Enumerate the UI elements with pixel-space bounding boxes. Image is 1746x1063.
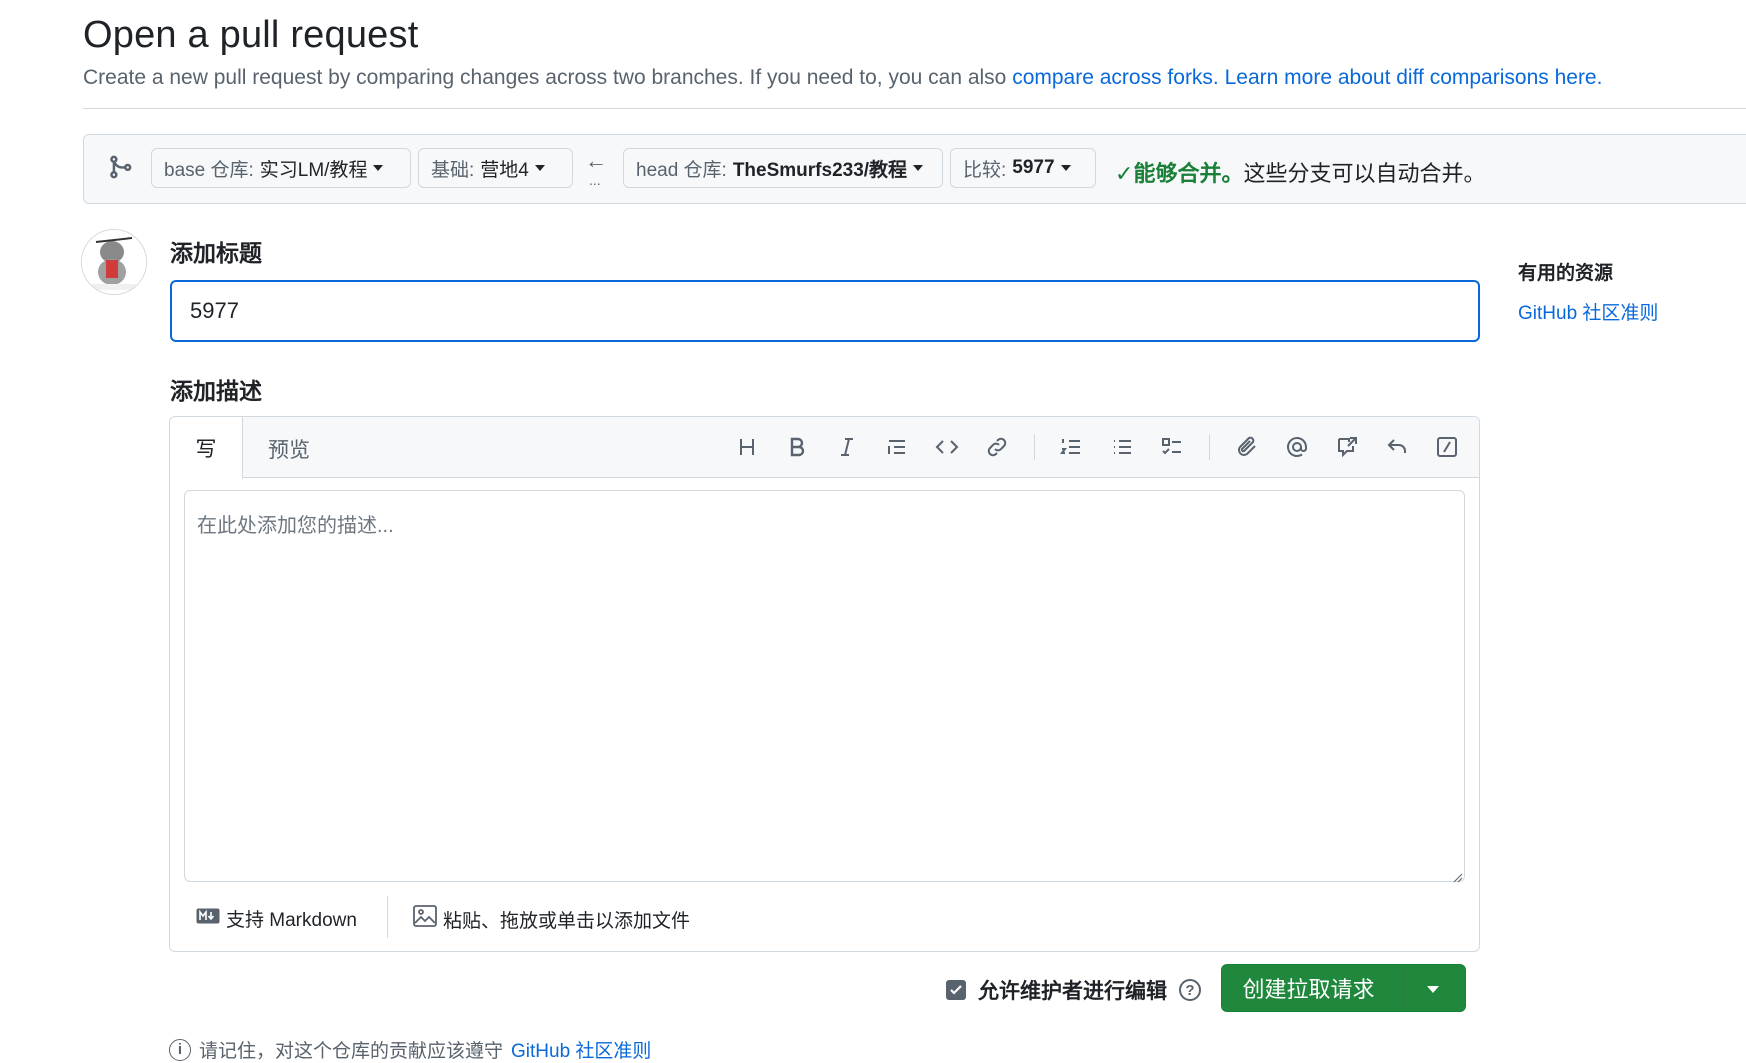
compare-branch-select[interactable]: 比较: 5977 [950, 148, 1096, 188]
page-subtitle: Create a new pull request by comparing c… [83, 66, 1602, 90]
button-divider [1404, 968, 1405, 1008]
code-icon[interactable] [932, 432, 962, 462]
checkbox-checked-icon[interactable] [946, 980, 966, 1000]
quote-icon[interactable] [882, 432, 912, 462]
heading-icon[interactable] [732, 432, 762, 462]
markdown-icon [196, 908, 220, 930]
merge-ok-text: 能够合并。 [1133, 161, 1244, 186]
note-text: 请记住，对这个仓库的贡献应该遵守 [199, 1041, 504, 1062]
info-icon: i [169, 1038, 191, 1061]
base-repo-value: 实习LM/教程 [259, 159, 368, 181]
head-repo-select[interactable]: head 仓库: TheSmurfs233/教程 [623, 148, 943, 188]
subtitle-text: Create a new pull request by comparing c… [83, 66, 1013, 89]
task-list-icon[interactable] [1157, 432, 1187, 462]
toolbar-divider [1209, 434, 1210, 460]
title-input[interactable]: 5977 [170, 280, 1480, 342]
compare-forks-link[interactable]: compare across forks. [1012, 66, 1219, 89]
attach-files-button[interactable]: 粘贴、拖放或单击以添加文件 [413, 905, 690, 933]
page-title: Open a pull request [83, 14, 419, 56]
markdown-label: 支持 Markdown [226, 910, 357, 931]
cross-reference-icon[interactable] [1332, 432, 1362, 462]
image-icon [413, 905, 437, 933]
help-icon[interactable]: ? [1179, 979, 1201, 1001]
base-repo-label: base 仓库: [164, 159, 254, 181]
link-icon[interactable] [982, 432, 1012, 462]
create-pull-request-label[interactable]: 创建拉取请求 [1221, 964, 1396, 1012]
base-branch-value: 营地4 [480, 159, 529, 181]
head-repo-label: head 仓库: [636, 159, 727, 181]
allow-maintainer-edits[interactable]: 允许维护者进行编辑 ? [946, 975, 1201, 1005]
ellipsis: ... [589, 172, 601, 188]
slash-command-icon[interactable] [1432, 432, 1462, 462]
attach-files-label: 粘贴、拖放或单击以添加文件 [443, 910, 691, 932]
compare-arrows-icon [107, 154, 133, 180]
markdown-support[interactable]: 支持 Markdown [196, 905, 357, 932]
divider [83, 108, 1746, 109]
base-branch-select[interactable]: 基础: 营地4 [418, 148, 573, 188]
merge-status-text: 这些分支可以自动合并。 [1243, 161, 1486, 186]
mention-icon[interactable] [1282, 432, 1312, 462]
head-repo-value: TheSmurfs233/教程 [732, 159, 908, 181]
merge-status: ✓能够合并。这些分支可以自动合并。 [1115, 156, 1485, 188]
base-repo-select[interactable]: base 仓库: 实习LM/教程 [151, 148, 411, 188]
community-guidelines-link[interactable]: GitHub 社区准则 [511, 1036, 651, 1063]
chevron-down-icon [1060, 165, 1071, 171]
compare-branch-label: 比较: [963, 159, 1007, 181]
description-textarea[interactable]: 在此处添加您的描述... [184, 490, 1465, 882]
resources-title: 有用的资源 [1518, 263, 1614, 284]
attach-icon[interactable] [1232, 432, 1262, 462]
title-label: 添加标题 [170, 240, 262, 266]
tab-write[interactable]: 写 [170, 417, 243, 479]
unordered-list-icon[interactable] [1107, 432, 1137, 462]
bold-icon[interactable] [782, 432, 812, 462]
footer-divider [387, 896, 388, 938]
base-branch-label: 基础: [431, 159, 475, 181]
create-options-chevron-down-icon[interactable] [1427, 986, 1439, 993]
description-label: 添加描述 [170, 378, 262, 404]
chevron-down-icon [913, 165, 924, 171]
sidebar-community-guidelines-link[interactable]: GitHub 社区准则 [1518, 298, 1658, 325]
arrow-left-icon: ← [585, 148, 607, 173]
avatar[interactable] [81, 229, 147, 295]
compare-branch-value: 5977 [1012, 157, 1055, 178]
tab-preview[interactable]: 预览 [268, 434, 310, 464]
chevron-down-icon [534, 165, 545, 171]
contribution-note: i 请记住，对这个仓库的贡献应该遵守 GitHub 社区准则 [169, 1036, 651, 1063]
toolbar-divider [1034, 434, 1035, 460]
allow-edit-label: 允许维护者进行编辑 [978, 980, 1167, 1003]
check-icon: ✓ [1115, 161, 1134, 186]
chevron-down-icon [373, 165, 384, 171]
learn-more-link[interactable]: Learn more about diff comparisons here. [1225, 66, 1603, 89]
italic-icon[interactable] [832, 432, 862, 462]
resize-handle-icon[interactable] [1453, 870, 1463, 883]
reply-icon[interactable] [1382, 432, 1412, 462]
ordered-list-icon[interactable] [1056, 432, 1086, 462]
